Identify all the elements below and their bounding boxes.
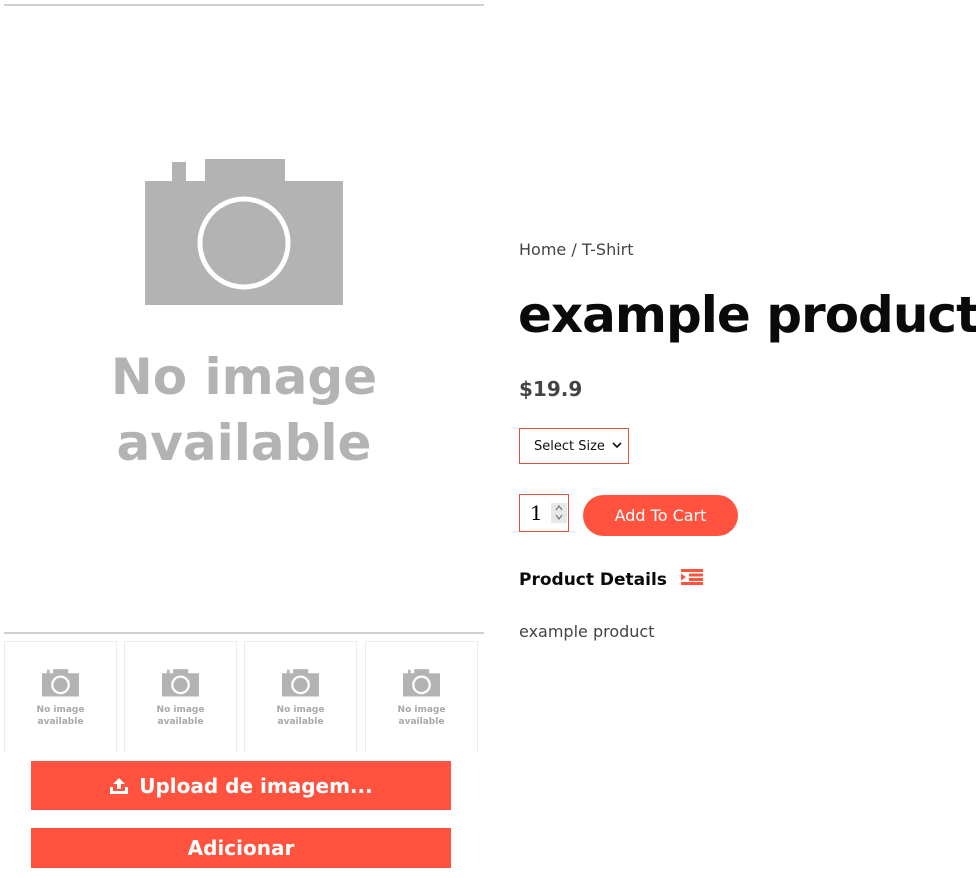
no-image-text-line1: No image xyxy=(110,348,378,406)
camera-icon xyxy=(162,669,199,697)
add-button-label: Adicionar xyxy=(187,836,295,860)
chevron-down-icon xyxy=(612,442,622,449)
gallery-divider xyxy=(4,632,484,634)
camera-icon xyxy=(282,669,319,697)
breadcrumb-home[interactable]: Home xyxy=(519,240,566,259)
upload-button-label: Upload de imagem... xyxy=(139,773,373,798)
camera-icon xyxy=(403,669,440,697)
thumbnail-3[interactable]: No image available xyxy=(244,641,357,753)
product-price: $19.9 xyxy=(519,377,583,401)
thumbnail-1[interactable]: No image available xyxy=(4,641,117,753)
chevron-down-icon xyxy=(555,514,563,520)
product-details-title: Product Details xyxy=(519,569,667,590)
thumbnail-text-line2: available xyxy=(37,717,84,727)
main-product-image[interactable]: No image available xyxy=(4,6,484,632)
size-select[interactable]: Select Size xyxy=(519,428,629,464)
product-title: example product xyxy=(518,286,976,344)
product-description: example product xyxy=(519,622,655,641)
thumbnail-text-line2: available xyxy=(398,717,445,727)
thumbnail-2[interactable]: No image available xyxy=(124,641,237,753)
quantity-stepper[interactable]: 1 xyxy=(519,494,569,532)
upload-image-button[interactable]: Upload de imagem... xyxy=(31,761,451,810)
thumbnail-text-line2: available xyxy=(157,717,204,727)
chevron-up-icon xyxy=(555,505,563,511)
add-button[interactable]: Adicionar xyxy=(31,828,451,868)
breadcrumb-category[interactable]: T-Shirt xyxy=(582,240,634,259)
camera-icon xyxy=(145,159,343,305)
no-image-text-line2: available xyxy=(116,414,372,472)
thumbnail-text-line1: No image xyxy=(276,705,325,715)
add-to-cart-button[interactable]: Add To Cart xyxy=(583,495,738,536)
upload-icon xyxy=(110,777,129,794)
breadcrumb: Home / T-Shirt xyxy=(519,240,634,259)
size-select-value: Select Size xyxy=(534,438,605,454)
camera-icon xyxy=(42,669,79,697)
thumbnail-text-line1: No image xyxy=(36,705,85,715)
thumbnail-text-line1: No image xyxy=(156,705,205,715)
quantity-value: 1 xyxy=(530,501,543,525)
list-indent-icon[interactable] xyxy=(680,569,703,590)
breadcrumb-separator: / xyxy=(571,240,577,259)
product-details-heading: Product Details xyxy=(519,569,703,590)
thumbnail-text-line1: No image xyxy=(397,705,446,715)
quantity-spinner[interactable] xyxy=(551,503,567,523)
thumbnail-text-line2: available xyxy=(277,717,324,727)
thumbnail-4[interactable]: No image available xyxy=(365,641,478,753)
